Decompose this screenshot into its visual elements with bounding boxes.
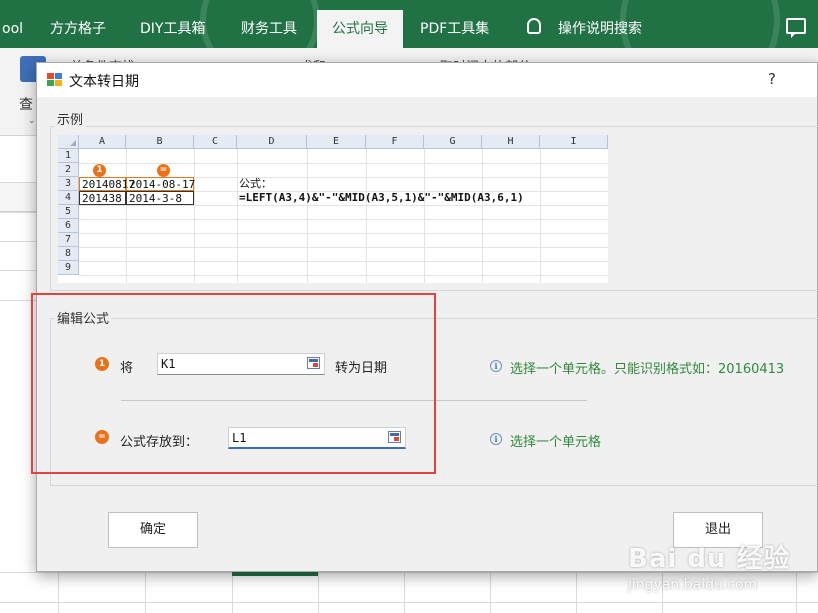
edit-formula-groupbox (50, 318, 818, 486)
convert-prefix-label: 将 (120, 361, 134, 376)
tab-pdf-tools[interactable]: PDF工具集 (414, 10, 495, 48)
col-header: I (540, 135, 608, 149)
col-header: H (482, 135, 540, 149)
edit-formula-legend: 编辑公式 (55, 308, 112, 327)
cell-d4-formula: =LEFT(A3,4)&"-"&MID(A3,5,1)&"-"&MID(A3,6… (239, 191, 524, 204)
example-sheet-preview: A B C D E F G H I 1 2 3 4 5 6 7 8 9 1 = … (58, 135, 608, 283)
source-cell-input[interactable]: K1 (157, 353, 325, 375)
col-header: F (366, 135, 424, 149)
tab-finance-tools[interactable]: 财务工具 (235, 10, 303, 48)
tab-fangfang[interactable]: 方方格子 (44, 10, 112, 48)
col-header: A (79, 135, 126, 149)
selected-cell (232, 572, 318, 576)
row-header: 7 (58, 233, 79, 247)
range-picker-icon[interactable] (388, 431, 401, 443)
info-icon: i (490, 360, 502, 372)
text-to-date-dialog: 文本转日期 ? 示例 A B C D E F G H I 1 2 3 4 5 6… (36, 62, 818, 572)
tell-me-search[interactable]: 操作说明搜索 (552, 10, 648, 48)
col-header: B (126, 135, 194, 149)
select-all-corner (58, 135, 79, 149)
row-header: 4 (58, 191, 79, 205)
cell-a4: 201438 (79, 191, 126, 205)
marker-equals-icon: = (95, 430, 109, 444)
cell-a3: 20140817 (79, 177, 135, 191)
ok-button[interactable]: 确定 (108, 512, 198, 548)
tab-formula-wizard[interactable]: 公式向导 (317, 10, 403, 48)
baidu-jingyan-watermark: Bai du 经验 jingyan.baidu.com (628, 538, 791, 593)
marker-1-icon: 1 (95, 357, 109, 371)
chevron-down-icon[interactable]: ⌄ (28, 116, 36, 126)
row-header: 2 (58, 163, 79, 177)
output-cell-hint: 选择一个单元格 (510, 435, 602, 450)
marker-equals-icon: = (157, 164, 170, 177)
dialog-titlebar: 文本转日期 ? (37, 63, 817, 97)
comments-icon[interactable] (786, 18, 806, 38)
row-header: 6 (58, 219, 79, 233)
lightbulb-icon (527, 18, 541, 34)
watermark-brand: Bai du 经验 (628, 544, 791, 574)
output-cell-label: 公式存放到： (120, 435, 199, 450)
range-picker-icon[interactable] (307, 357, 320, 369)
col-header: C (194, 135, 237, 149)
lookup-label[interactable]: 查 (19, 94, 33, 114)
output-cell-input[interactable]: L1 (228, 427, 406, 449)
marker-1-icon: 1 (93, 164, 106, 177)
col-header: G (424, 135, 482, 149)
col-header: E (307, 135, 366, 149)
app-logo-icon (47, 73, 63, 87)
cell-b4: 2014-3-8 (126, 191, 194, 205)
row-header: 8 (58, 247, 79, 261)
row-header: 9 (58, 261, 79, 275)
tab-tool[interactable]: ool (0, 10, 29, 48)
cell-d3: 公式： (239, 177, 272, 190)
watermark-url: jingyan.baidu.com (628, 577, 758, 593)
source-cell-hint: 选择一个单元格。只能识别格式如：20160413 (510, 362, 785, 377)
row-header: 1 (58, 149, 79, 163)
row-header: 3 (58, 177, 79, 191)
row-header: 5 (58, 205, 79, 219)
cell-b3: 2014-08-17 (126, 177, 195, 191)
example-legend: 示例 (55, 109, 86, 128)
section-divider (121, 400, 587, 401)
convert-suffix-label: 转为日期 (335, 361, 388, 376)
col-header: D (237, 135, 307, 149)
tab-diy-toolbox[interactable]: DIY工具箱 (134, 10, 211, 48)
ribbon-tab-bar: ool 方方格子 DIY工具箱 财务工具 公式向导 PDF工具集 操作说明搜索 (0, 0, 818, 48)
dialog-title: 文本转日期 (69, 74, 139, 90)
help-button[interactable]: ? (768, 70, 776, 88)
row-header (0, 182, 36, 212)
output-cell-value: L1 (232, 431, 247, 445)
info-icon: i (490, 433, 502, 445)
source-cell-value: K1 (161, 357, 176, 371)
